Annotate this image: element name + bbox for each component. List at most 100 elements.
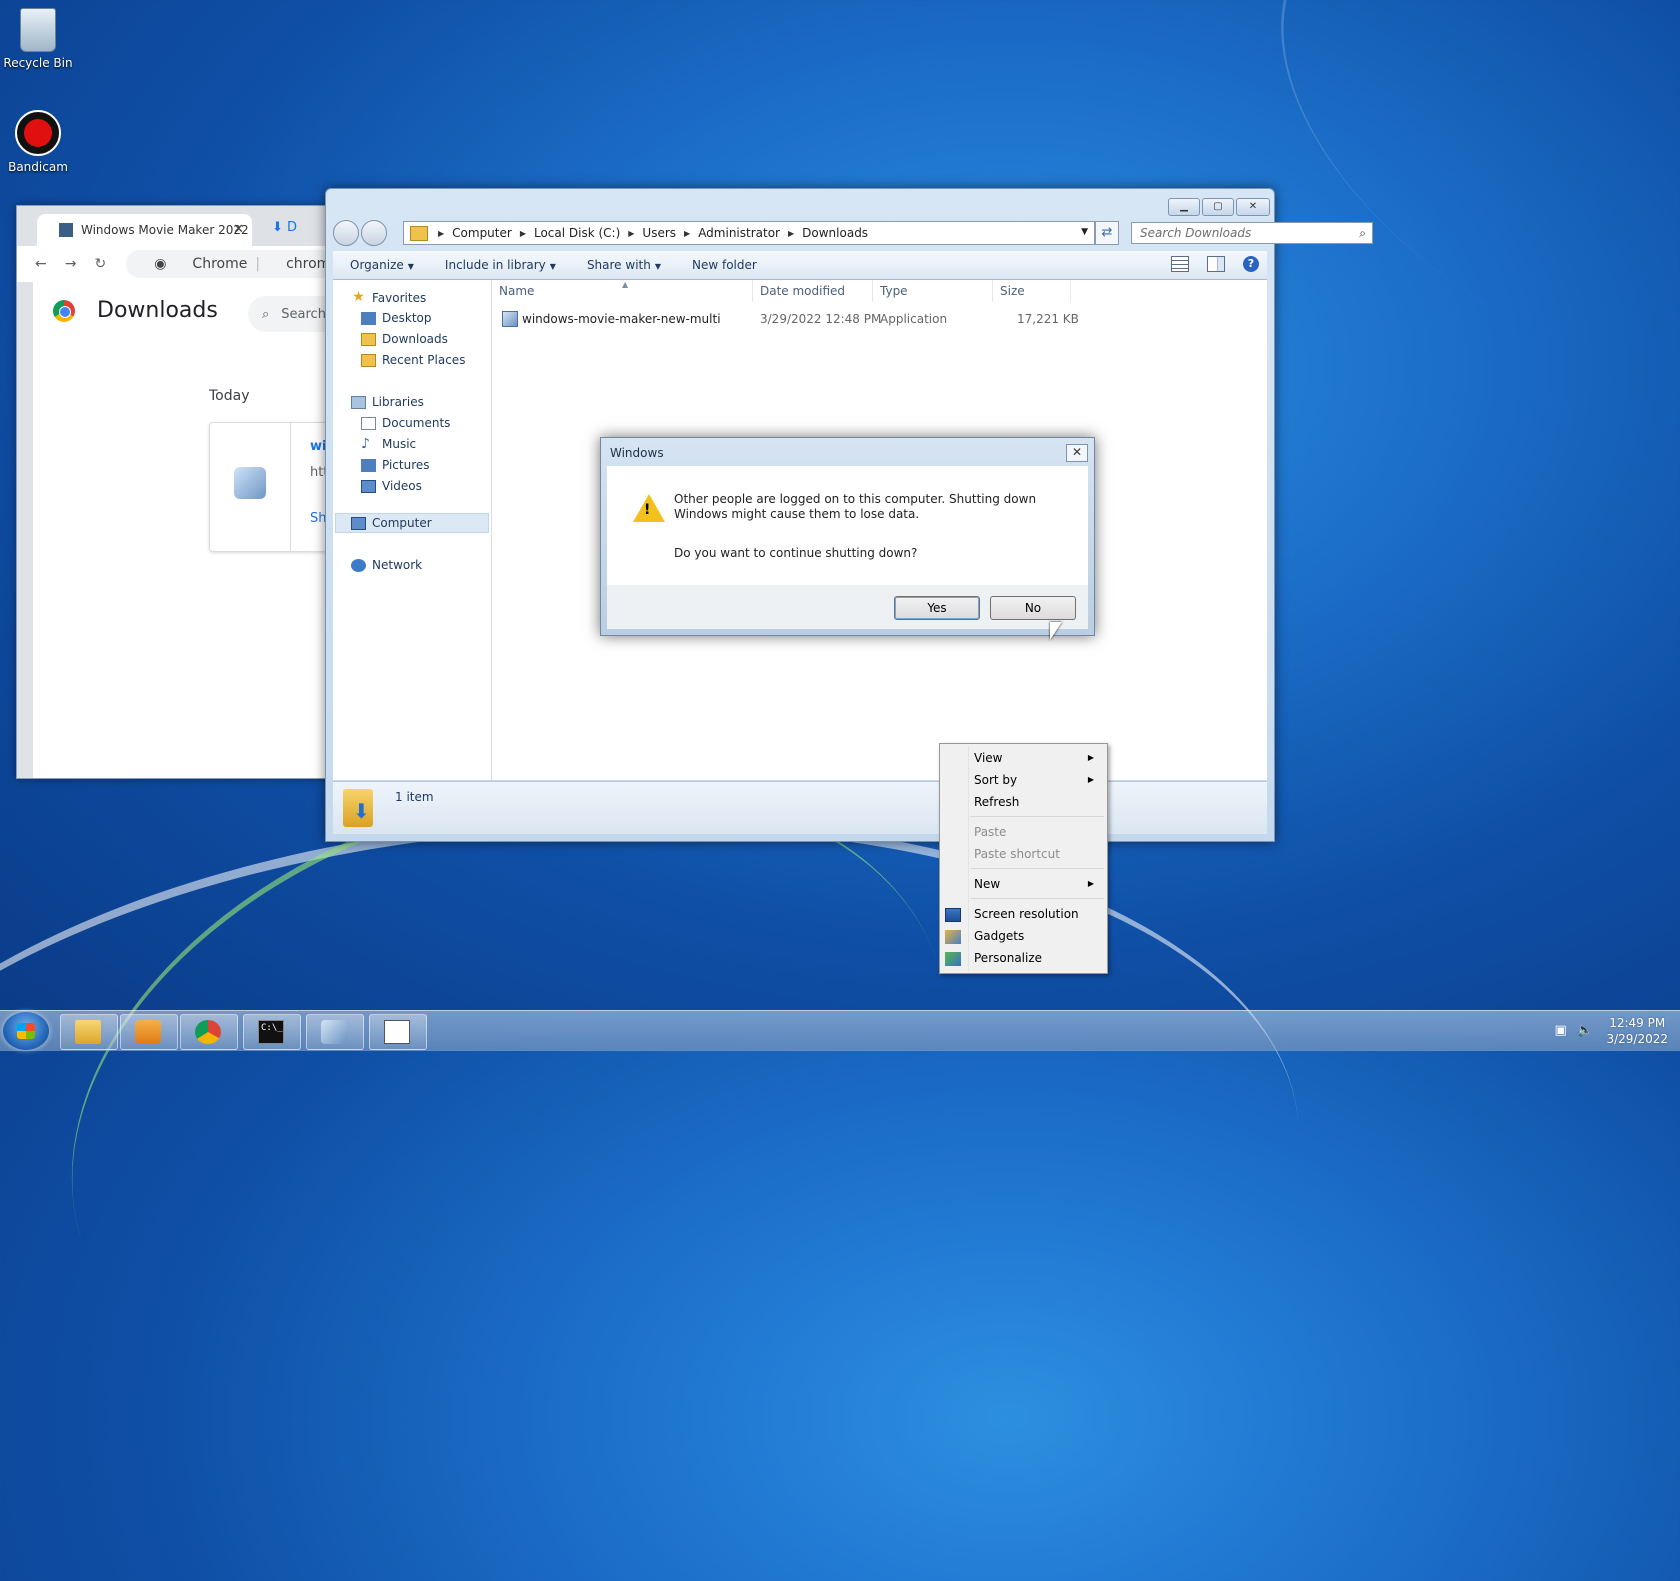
desktop-icon-label: Recycle Bin	[3, 56, 73, 70]
mouse-cursor-icon	[1050, 622, 1062, 640]
desktop-icon-label: Bandicam	[8, 160, 68, 174]
breadcrumb-local-disk[interactable]: Local Disk (C:)	[534, 226, 620, 240]
downloads-header: Downloads	[53, 298, 218, 323]
no-button[interactable]: No	[990, 596, 1076, 620]
chrome-toolbar: ← → ↻ ◉ Chrome | chrome://dow	[17, 246, 327, 282]
nav-item-downloads[interactable]: Downloads	[361, 332, 448, 346]
cmd-icon: C:\_	[258, 1020, 284, 1044]
back-button[interactable]	[333, 220, 359, 246]
nav-item-pictures[interactable]: Pictures	[361, 458, 430, 472]
nav-item-favorites[interactable]: ★ Favorites	[351, 290, 426, 305]
nav-item-documents[interactable]: Documents	[361, 416, 450, 430]
computer-icon	[351, 516, 366, 530]
chrome-page: Downloads ⌕ Search d Today wind https Sh…	[33, 282, 327, 778]
dialog-title: Windows	[610, 446, 664, 460]
nav-item-libraries[interactable]: Libraries	[351, 395, 424, 409]
desktop-icon-bandicam[interactable]: Bandicam	[0, 110, 78, 174]
taskbar-cmd-button[interactable]: C:\_	[243, 1014, 301, 1050]
desktop-icon	[361, 311, 376, 325]
forward-button[interactable]	[361, 220, 387, 246]
menu-item-personalize[interactable]: Personalize	[974, 948, 1102, 968]
close-tab-icon[interactable]: ✕	[233, 222, 244, 237]
music-icon: ♪	[361, 435, 370, 452]
chrome-window[interactable]: Windows Movie Maker 2022 Free ✕ ⬇ D ← → …	[16, 205, 328, 779]
taskbar-notepad-button[interactable]	[369, 1014, 427, 1050]
chevron-down-icon[interactable]: ▼	[1081, 227, 1088, 237]
taskbar-explorer-button[interactable]	[60, 1014, 118, 1050]
submenu-arrow-icon: ▶	[1087, 775, 1094, 784]
wallpaper-swoosh	[0, 768, 1323, 1581]
nav-item-music[interactable]: ♪ Music	[361, 435, 416, 452]
desktop-context-menu[interactable]: View ▶ Sort by ▶ Refresh Paste Paste short…	[939, 743, 1108, 974]
nav-item-network[interactable]: Network	[351, 558, 422, 572]
forward-icon[interactable]: →	[65, 256, 77, 272]
divider	[290, 423, 291, 551]
column-header-name[interactable]: ▲ Name	[492, 280, 753, 302]
close-button[interactable]: ✕	[1236, 198, 1270, 216]
recycle-bin-icon	[20, 8, 56, 52]
breadcrumb-administrator[interactable]: Administrator	[698, 226, 780, 240]
desktop-icon-recycle-bin[interactable]: Recycle Bin	[0, 8, 78, 70]
nav-item-computer[interactable]: Computer	[351, 516, 432, 530]
omnibox[interactable]: ◉ Chrome | chrome://dow	[126, 250, 327, 278]
file-date: 3/29/2022 12:48 PM	[760, 312, 882, 326]
dialog-close-button[interactable]: ✕	[1066, 444, 1088, 462]
nav-item-desktop[interactable]: Desktop	[361, 311, 432, 325]
column-header-size[interactable]: Size	[993, 280, 1071, 302]
button-label: Organize	[350, 258, 404, 272]
downloads-search[interactable]: ⌕ Search d	[248, 296, 327, 332]
column-header-type[interactable]: Type	[873, 280, 993, 302]
breadcrumb-downloads[interactable]: Downloads	[802, 226, 868, 240]
menu-item-screen-resolution[interactable]: Screen resolution	[974, 904, 1102, 924]
maximize-button[interactable]: ▢	[1202, 198, 1234, 216]
search-placeholder: Search d	[281, 306, 327, 322]
include-in-library-button[interactable]: Include in library ▼	[445, 258, 556, 272]
chrome-tab-downloads[interactable]: ⬇ D	[272, 220, 297, 235]
shutdown-warning-dialog[interactable]: Windows ✕ ! Other people are logged on t…	[600, 437, 1095, 636]
taskbar-setup-button[interactable]	[306, 1014, 364, 1050]
search-icon: ⌕	[1359, 226, 1366, 240]
breadcrumb-computer[interactable]: Computer	[452, 226, 512, 240]
window-controls: ▁ ▢ ✕	[1168, 198, 1270, 216]
search-input[interactable]: Search Downloads ⌕	[1131, 222, 1373, 244]
menu-item-gadgets[interactable]: Gadgets	[974, 926, 1102, 946]
gadgets-icon	[945, 930, 961, 944]
search-icon: ⌕	[262, 306, 270, 322]
back-icon[interactable]: ←	[35, 256, 47, 272]
file-row[interactable]: windows-movie-maker-new-multi 3/29/2022 …	[502, 310, 1079, 328]
minimize-button[interactable]: ▁	[1168, 198, 1200, 216]
clock[interactable]: 12:49 PM 3/29/2022	[1606, 1015, 1668, 1047]
organize-button[interactable]: Organize ▼	[350, 258, 414, 272]
menu-item-sort-by[interactable]: Sort by ▶	[974, 770, 1102, 790]
taskbar-chrome-button[interactable]	[180, 1014, 238, 1050]
menu-item-refresh[interactable]: Refresh	[974, 792, 1102, 812]
nav-item-recent-places[interactable]: Recent Places	[361, 353, 465, 367]
column-header-date[interactable]: Date modified	[753, 280, 873, 302]
system-tray: ▣ 🔈 12:49 PM 3/29/2022	[1554, 1014, 1668, 1048]
yes-button[interactable]: Yes	[894, 596, 980, 620]
recent-places-icon	[361, 353, 376, 367]
downloads-folder-icon	[343, 789, 373, 827]
nav-label: Videos	[382, 479, 422, 493]
taskbar-media-player-button[interactable]	[120, 1014, 178, 1050]
change-view-icon[interactable]	[1171, 256, 1189, 272]
network-tray-icon[interactable]: ▣	[1554, 1024, 1568, 1038]
help-icon[interactable]: ?	[1243, 256, 1259, 272]
nav-item-videos[interactable]: Videos	[361, 479, 422, 493]
refresh-button[interactable]: ⇄	[1095, 221, 1119, 245]
menu-item-new[interactable]: New ▶	[974, 874, 1102, 894]
reload-icon[interactable]: ↻	[94, 256, 106, 272]
preview-pane-icon[interactable]	[1207, 256, 1225, 272]
media-player-icon	[135, 1020, 161, 1044]
start-button[interactable]	[3, 1012, 49, 1050]
omnibox-divider: |	[255, 256, 261, 272]
share-with-button[interactable]: Share with ▼	[587, 258, 661, 272]
address-bar[interactable]: ▶ Computer ▶ Local Disk (C:) ▶ Users ▶ A…	[403, 221, 1095, 245]
new-folder-button[interactable]: New folder	[692, 258, 757, 272]
menu-item-view[interactable]: View ▶	[974, 748, 1102, 768]
menu-separator	[970, 816, 1104, 817]
breadcrumb-users[interactable]: Users	[642, 226, 676, 240]
chrome-tab[interactable]: Windows Movie Maker 2022 Free ✕	[37, 214, 252, 246]
submenu-arrow-icon: ▶	[1087, 753, 1094, 762]
volume-icon[interactable]: 🔈	[1576, 1024, 1592, 1038]
